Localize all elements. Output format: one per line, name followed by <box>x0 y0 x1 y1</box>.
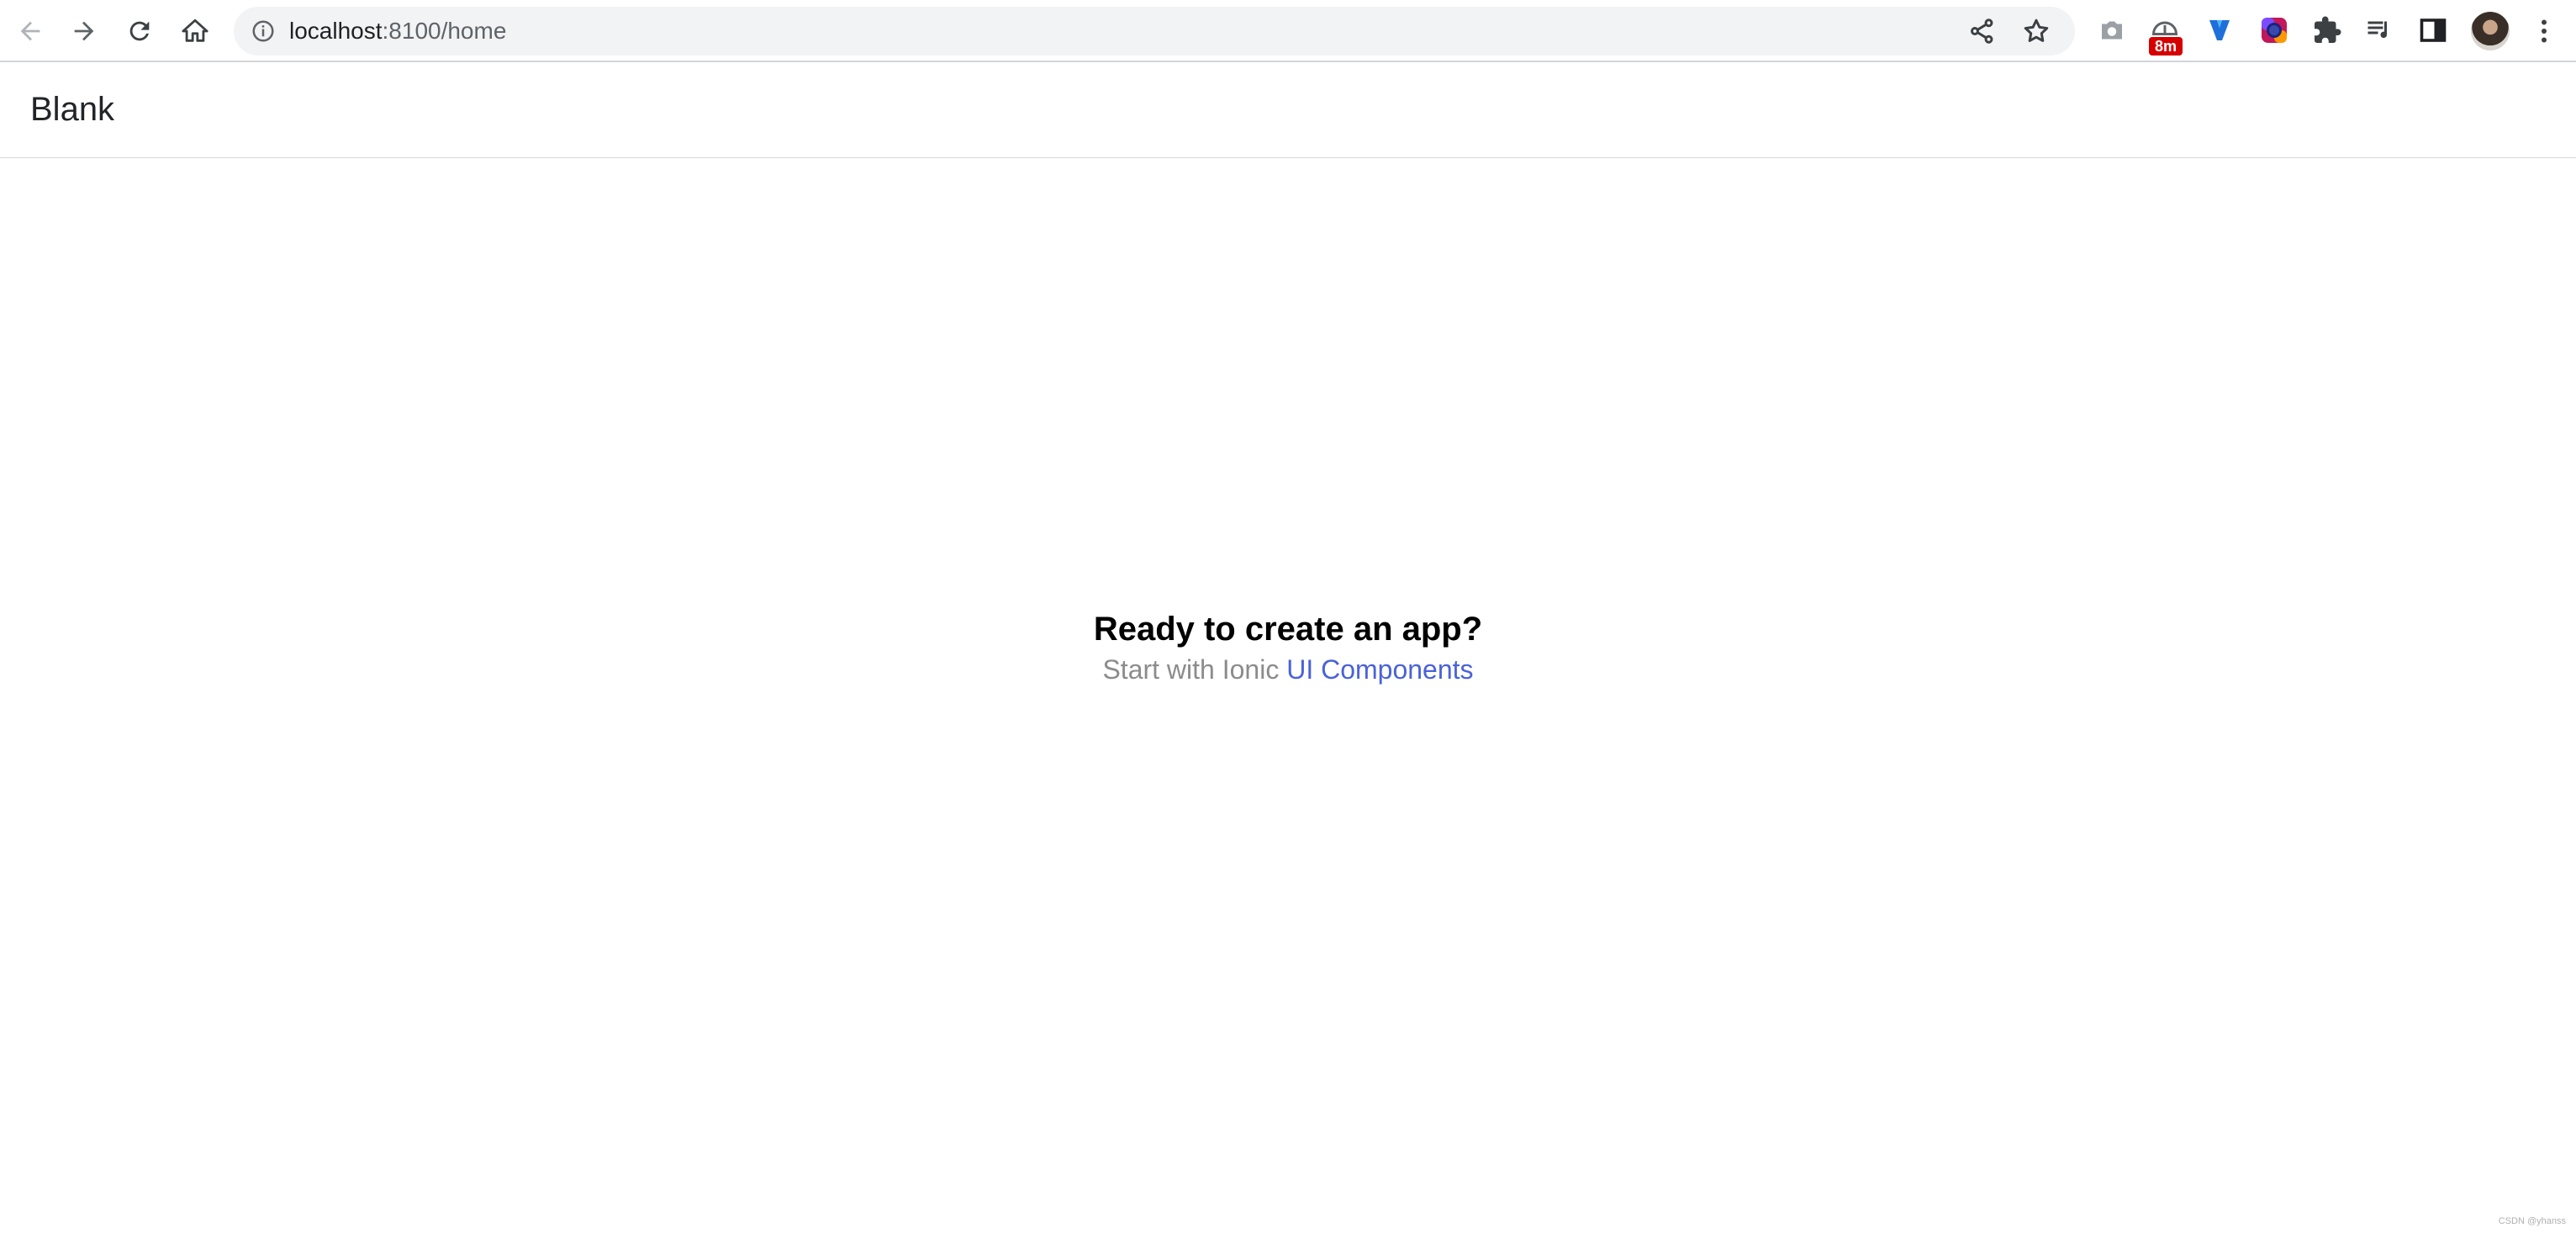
subtitle-text: Start with Ionic <box>1102 654 1287 685</box>
puzzle-icon <box>2315 16 2341 43</box>
extensions-button[interactable] <box>2310 13 2344 47</box>
side-panel-icon <box>2420 19 2447 42</box>
extension-badge: 8m <box>2149 37 2183 56</box>
color-picker-icon <box>2262 18 2287 43</box>
more-vert-icon[interactable] <box>2529 15 2559 47</box>
forward-button[interactable] <box>61 8 108 55</box>
address-bar[interactable]: localhost:8100/home <box>234 7 2075 56</box>
color-picker-extension-button[interactable] <box>2257 13 2291 47</box>
arrow-left-icon <box>20 21 40 41</box>
arrow-right-icon <box>74 21 94 41</box>
back-button[interactable] <box>7 8 54 55</box>
home-icon <box>182 19 209 42</box>
v-extension-icon <box>2209 20 2230 40</box>
header-title: Blank <box>30 91 115 128</box>
url-path: :8100/home <box>382 18 507 44</box>
ui-components-link[interactable]: UI Components <box>1286 654 1473 685</box>
media-control-button[interactable] <box>2362 13 2396 47</box>
empty-state-title: Ready to create an app? <box>1093 611 1483 648</box>
reload-icon <box>129 21 150 41</box>
watermark: CSDN @yhanss <box>2498 1216 2566 1226</box>
profile-avatar[interactable] <box>2471 12 2510 50</box>
star-icon[interactable] <box>2021 16 2051 46</box>
camera-icon <box>2102 21 2122 40</box>
browser-toolbar: localhost:8100/home 8m <box>0 0 2576 62</box>
app-header: Blank <box>0 62 2576 158</box>
share-icon[interactable] <box>1967 16 1998 46</box>
media-control-icon <box>2367 21 2388 39</box>
info-icon[interactable] <box>251 19 276 44</box>
camera-extension-button[interactable] <box>2095 13 2129 47</box>
reload-button[interactable] <box>116 8 163 55</box>
v-extension-button[interactable] <box>2203 13 2236 47</box>
url-text[interactable]: localhost:8100/home <box>289 7 506 56</box>
home-button[interactable] <box>172 8 219 55</box>
empty-state-subtitle: Start with Ionic UI Components <box>0 651 2576 688</box>
url-host: localhost <box>289 18 383 44</box>
app-content[interactable]: Ready to create an app? Start with Ionic… <box>0 158 2576 1233</box>
empty-state-container: Ready to create an app? Start with Ionic… <box>0 607 2576 688</box>
side-panel-button[interactable] <box>2416 13 2450 47</box>
